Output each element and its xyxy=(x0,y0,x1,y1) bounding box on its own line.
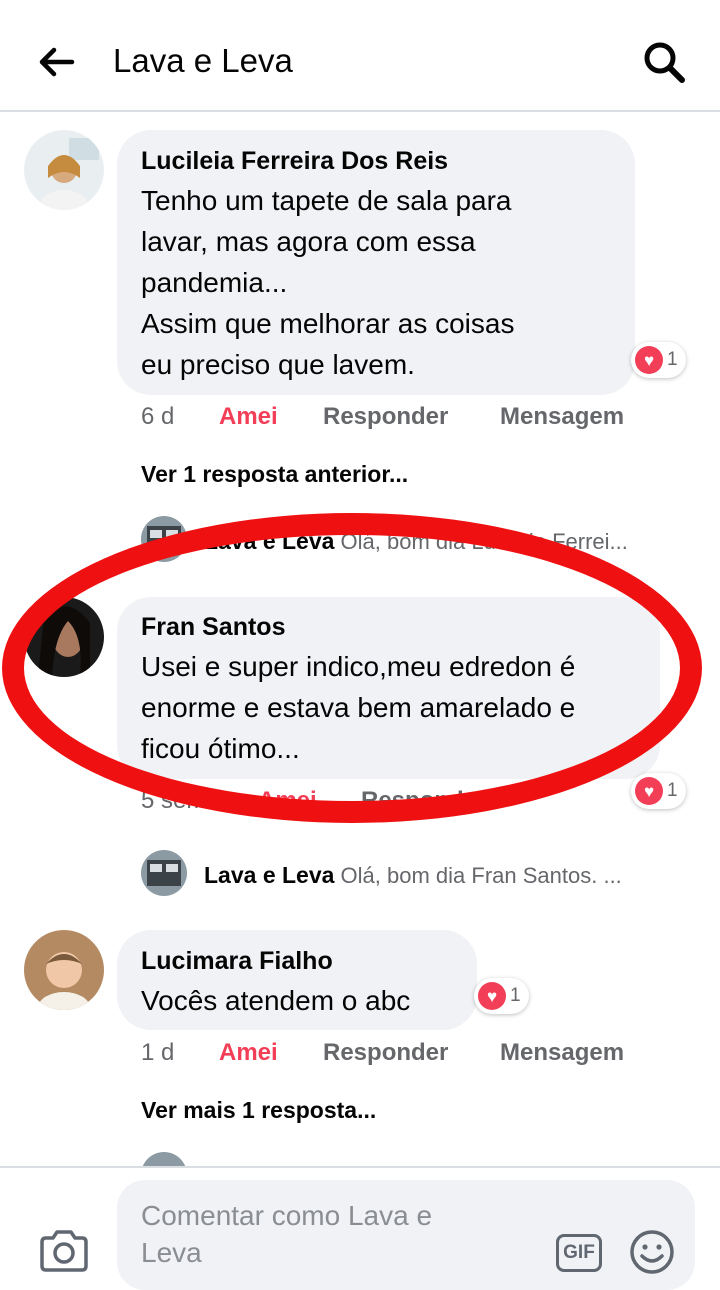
comment-author[interactable]: Fran Santos xyxy=(141,613,285,642)
avatar[interactable] xyxy=(24,130,104,210)
previous-replies-link[interactable]: Ver 1 resposta anterior... xyxy=(141,461,408,488)
page-avatar[interactable] xyxy=(141,850,187,896)
comment-author[interactable]: Lucileia Ferreira Dos Reis xyxy=(141,147,448,176)
page-avatar[interactable] xyxy=(141,516,187,562)
comment-time: 1 d xyxy=(141,1039,175,1066)
avatar[interactable] xyxy=(24,930,104,1010)
reaction-badge[interactable]: ♥ 1 xyxy=(474,978,529,1014)
more-replies-link[interactable]: Ver mais 1 resposta... xyxy=(141,1097,376,1124)
reply-preview[interactable]: Lava e Leva Olá, bom dia Lucileia Ferrei… xyxy=(204,528,689,555)
back-arrow-icon[interactable] xyxy=(36,42,76,82)
comment-text: Vocês atendem o abc xyxy=(141,985,411,1016)
message-button[interactable]: Mensagem xyxy=(500,1039,624,1067)
comment-text: Tenho um tapete de sala para lavar, mas … xyxy=(141,185,515,380)
reply-button[interactable]: Responder xyxy=(323,403,448,431)
reaction-badge[interactable]: ♥ 1 xyxy=(631,773,686,809)
love-button[interactable]: Amei xyxy=(219,403,278,431)
gif-icon[interactable]: GIF xyxy=(556,1234,602,1272)
comment-time: 5 sem xyxy=(141,787,207,814)
reply-button[interactable]: Responder xyxy=(361,787,486,815)
comment-placeholder: Comentar como Lava e Leva xyxy=(141,1200,433,1268)
camera-icon[interactable] xyxy=(38,1228,90,1274)
reaction-badge[interactable]: ♥ 1 xyxy=(631,342,686,378)
comment-author[interactable]: Lucimara Fialho xyxy=(141,947,333,976)
page-avatar[interactable] xyxy=(141,1152,187,1166)
heart-icon: ♥ xyxy=(635,346,663,374)
reply-preview[interactable]: Lava e Leva Olá, bom dia Fran Santos. ..… xyxy=(204,862,689,889)
message-button[interactable]: Mensagem xyxy=(500,403,624,431)
page-title: Lava e Leva xyxy=(113,42,293,79)
love-button[interactable]: Amei xyxy=(258,787,317,815)
comment-text: Usei e super indico,meu edredon é enorme… xyxy=(141,651,576,764)
love-button[interactable]: Amei xyxy=(219,1039,278,1067)
heart-icon: ♥ xyxy=(635,777,663,805)
top-bar xyxy=(0,0,720,112)
reply-button[interactable]: Responder xyxy=(323,1039,448,1067)
emoji-icon[interactable] xyxy=(628,1228,676,1276)
heart-icon: ♥ xyxy=(478,982,506,1010)
search-icon[interactable] xyxy=(640,38,688,86)
avatar[interactable] xyxy=(24,597,104,677)
comment-time: 6 d xyxy=(141,403,175,430)
